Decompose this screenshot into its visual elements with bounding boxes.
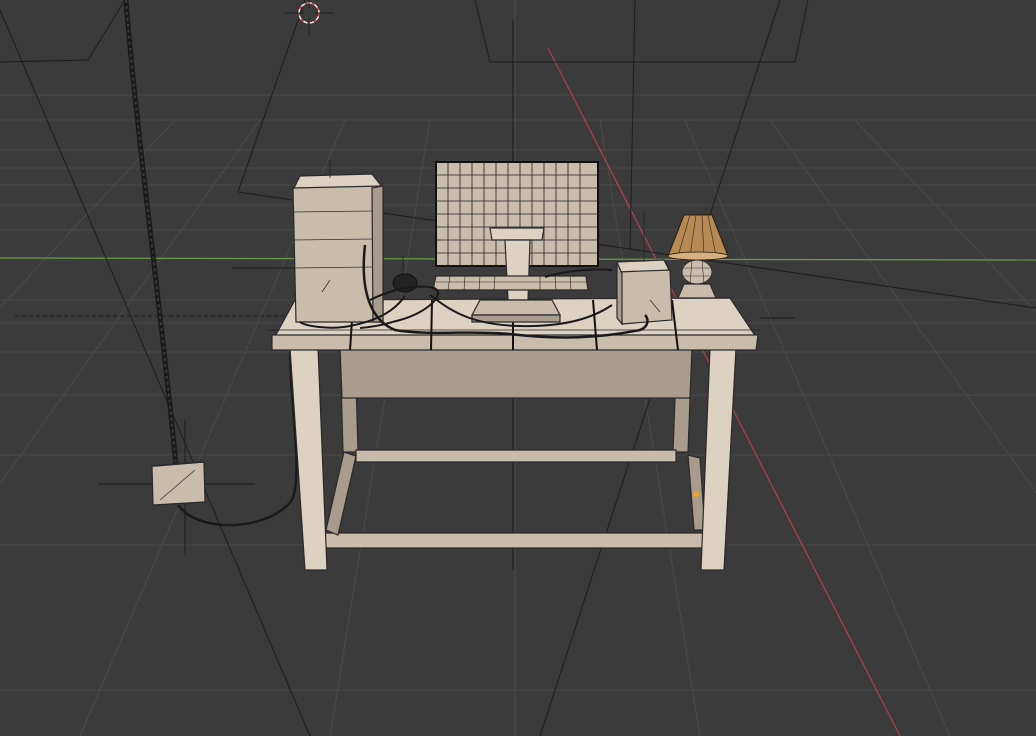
power-cable[interactable]: [123, 0, 298, 527]
table-lamp[interactable]: [667, 214, 729, 299]
speaker-box[interactable]: [616, 212, 673, 326]
power-box[interactable]: [151, 461, 206, 506]
3d-viewport[interactable]: [0, 0, 1036, 736]
pc-tower[interactable]: [292, 160, 385, 323]
3d-cursor[interactable]: [284, 0, 334, 36]
desk[interactable]: [268, 297, 760, 571]
monitor[interactable]: [435, 161, 599, 323]
keyboard[interactable]: [432, 275, 589, 291]
selected-vertex[interactable]: [693, 491, 699, 497]
viewport-canvas[interactable]: [0, 0, 1036, 736]
